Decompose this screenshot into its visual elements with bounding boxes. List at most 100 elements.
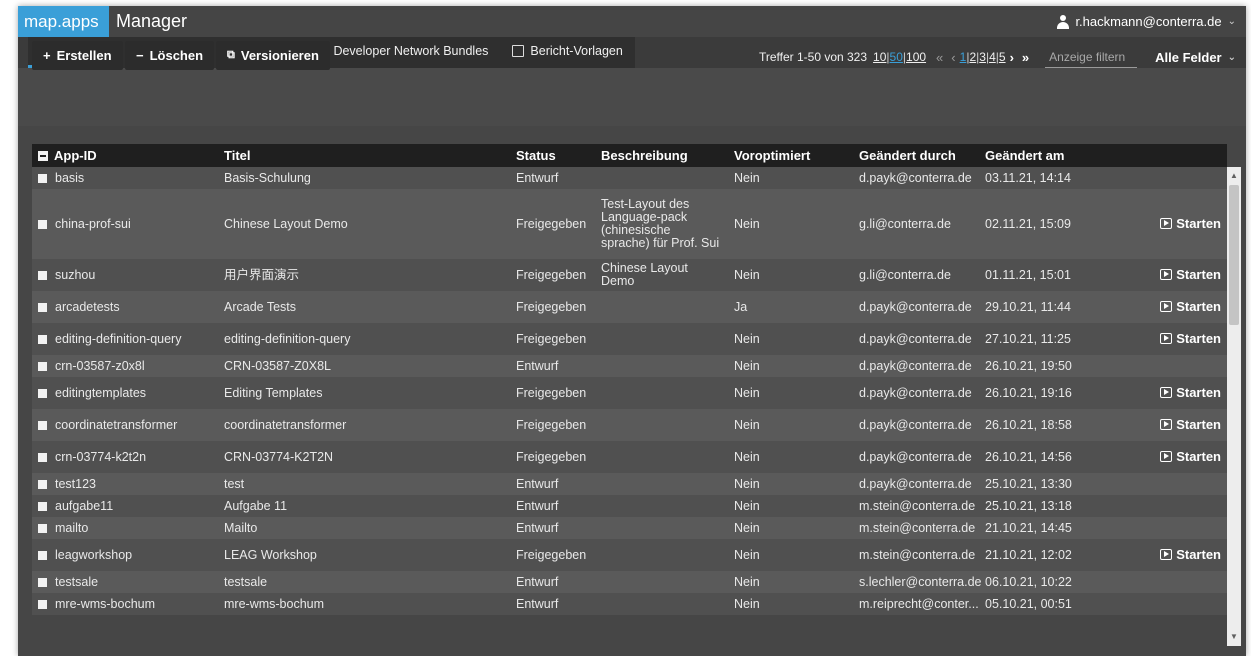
row-checkbox[interactable] [38, 599, 47, 609]
cell-text: test [224, 476, 245, 491]
page-size-selector: 10|50|100 [873, 50, 926, 64]
row-checkbox[interactable] [38, 577, 47, 587]
table-row[interactable]: suzhou 用户界面演示 Freigegeben Chinese Layout De… [32, 259, 1227, 291]
table-row[interactable]: mailto Mailto Entwurf Nein m.stein@conterra.… [32, 517, 1227, 539]
cell-opt: Nein [728, 167, 853, 189]
prev-page-icon[interactable]: ‹ [951, 50, 955, 65]
table-row[interactable]: mre-wms-bochum mre-wms-bochum Entwurf Nein m… [32, 593, 1227, 615]
cell-text: d.payk@conterra.de [859, 299, 972, 314]
page-link[interactable]: 4 [989, 50, 996, 64]
cell-opt: Nein [728, 539, 853, 571]
column-header[interactable]: Beschreibung [595, 144, 728, 167]
start-button-label: Starten [1176, 330, 1221, 346]
tab-developer-network-bundles[interactable]: ⤒Developer Network Bundles [303, 37, 500, 68]
table-row[interactable]: basis Basis-Schulung Entwurf Nein d.payk@con… [32, 167, 1227, 189]
row-checkbox[interactable] [38, 501, 47, 511]
cell-desc [595, 571, 728, 593]
cell-text: coordinatetransformer [224, 417, 347, 432]
start-button-label: Starten [1176, 266, 1221, 282]
row-checkbox[interactable] [38, 334, 47, 344]
cell-by: d.payk@conterra.de [853, 291, 979, 323]
start-button[interactable]: Starten [1160, 386, 1221, 399]
cell-text: Nein [734, 476, 760, 491]
tab-bericht-vorlagen[interactable]: Bericht-Vorlagen [500, 37, 634, 68]
cell-by: m.stein@conterra.de [853, 517, 979, 539]
column-header[interactable] [1107, 144, 1227, 167]
first-page-icon[interactable]: « [936, 50, 943, 65]
cell-text: Entwurf [516, 498, 559, 513]
row-checkbox[interactable] [38, 523, 47, 533]
select-all-checkbox[interactable] [38, 151, 48, 161]
cell-title: test [218, 473, 510, 495]
cell-text: 03.11.21, 14:14 [985, 170, 1071, 185]
cell-id: mre-wms-bochum [32, 593, 218, 615]
row-checkbox[interactable] [38, 420, 47, 430]
table-row[interactable]: crn-03587-z0x8l CRN-03587-Z0X8L Entwurf Nei… [32, 355, 1227, 377]
page-link[interactable]: 5 [999, 50, 1006, 64]
play-icon [1160, 217, 1173, 229]
table-row[interactable]: leagworkshop LEAG Workshop Freigegeben Nein… [32, 539, 1227, 571]
start-button[interactable]: Starten [1160, 418, 1221, 431]
cell-desc: Chinese Layout Demo [595, 259, 728, 291]
delete-button[interactable]: − Löschen [125, 41, 215, 70]
cell-by: d.payk@conterra.de [853, 409, 979, 441]
page-size-option[interactable]: 100 [906, 50, 926, 64]
user-menu[interactable]: r.hackmann@conterra.de ⌄ [1057, 6, 1236, 37]
cell-action: Starten [1107, 377, 1227, 409]
column-header[interactable]: Status [510, 144, 595, 167]
start-button[interactable]: Starten [1160, 450, 1221, 463]
page-size-option[interactable]: 10 [873, 50, 886, 64]
column-header[interactable]: Geändert am [979, 144, 1107, 167]
page-link[interactable]: 3 [979, 50, 986, 64]
scroll-down-icon[interactable]: ▼ [1227, 630, 1241, 644]
column-header[interactable]: Voroptimiert [728, 144, 853, 167]
row-checkbox[interactable] [38, 302, 47, 312]
row-checkbox[interactable] [38, 270, 47, 280]
table-row[interactable]: test123 test Entwurf Nein d.payk@conterra.de… [32, 473, 1227, 495]
cell-at: 21.10.21, 12:02 [979, 539, 1107, 571]
row-checkbox[interactable] [38, 550, 47, 560]
row-checkbox[interactable] [38, 388, 47, 398]
cell-id: leagworkshop [32, 539, 218, 571]
row-checkbox[interactable] [38, 173, 47, 183]
start-button[interactable]: Starten [1160, 217, 1221, 230]
table-row[interactable]: editing-definition-query editing-definiti… [32, 323, 1227, 355]
table-row[interactable]: editingtemplates Editing Templates Freigeg… [32, 377, 1227, 409]
column-header[interactable]: App-ID [32, 144, 218, 167]
cell-text: Nein [734, 547, 760, 562]
column-header[interactable]: Geändert durch [853, 144, 979, 167]
page-size-option[interactable]: 50 [890, 50, 903, 64]
start-button[interactable]: Starten [1160, 548, 1221, 561]
row-checkbox[interactable] [38, 219, 47, 229]
start-button[interactable]: Starten [1160, 268, 1221, 281]
cell-opt: Nein [728, 473, 853, 495]
filter-input[interactable] [1045, 46, 1138, 68]
row-checkbox[interactable] [38, 361, 47, 371]
next-page-icon[interactable]: › [1010, 50, 1014, 65]
create-button[interactable]: + Erstellen [32, 41, 123, 70]
row-checkbox[interactable] [38, 452, 47, 462]
scroll-thumb[interactable] [1229, 185, 1239, 325]
field-filter-dropdown[interactable]: Alle Felder ⌄ [1155, 50, 1236, 65]
table-row[interactable]: arcadetests Arcade Tests Freigegeben Ja d.pa… [32, 291, 1227, 323]
version-button[interactable]: ⧉ Versionieren [216, 41, 330, 70]
cell-text: Entwurf [516, 520, 559, 535]
start-button[interactable]: Starten [1160, 300, 1221, 313]
play-icon [1160, 332, 1173, 344]
cell-text: Freigegeben [516, 267, 587, 282]
scroll-up-icon[interactable]: ▲ [1227, 169, 1241, 183]
cell-status: Freigegeben [510, 291, 595, 323]
table-row[interactable]: coordinatetransformer coordinatetransform… [32, 409, 1227, 441]
table-row[interactable]: testsale testsale Entwurf Nein s.lechler@con… [32, 571, 1227, 593]
table-row[interactable]: aufgabe11 Aufgabe 11 Entwurf Nein m.stein@co… [32, 495, 1227, 517]
cell-status: Entwurf [510, 593, 595, 615]
last-page-icon[interactable]: » [1022, 50, 1029, 65]
start-button[interactable]: Starten [1160, 332, 1221, 345]
cell-status: Entwurf [510, 495, 595, 517]
brand-logo[interactable]: map.apps [18, 6, 109, 37]
table-row[interactable]: crn-03774-k2t2n CRN-03774-K2T2N Freigegebe… [32, 441, 1227, 473]
row-checkbox[interactable] [38, 479, 47, 489]
table-row[interactable]: china-prof-sui Chinese Layout Demo Freigeg… [32, 189, 1227, 259]
vertical-scrollbar[interactable]: ▲ ▼ [1227, 167, 1241, 646]
column-header[interactable]: Titel [218, 144, 510, 167]
